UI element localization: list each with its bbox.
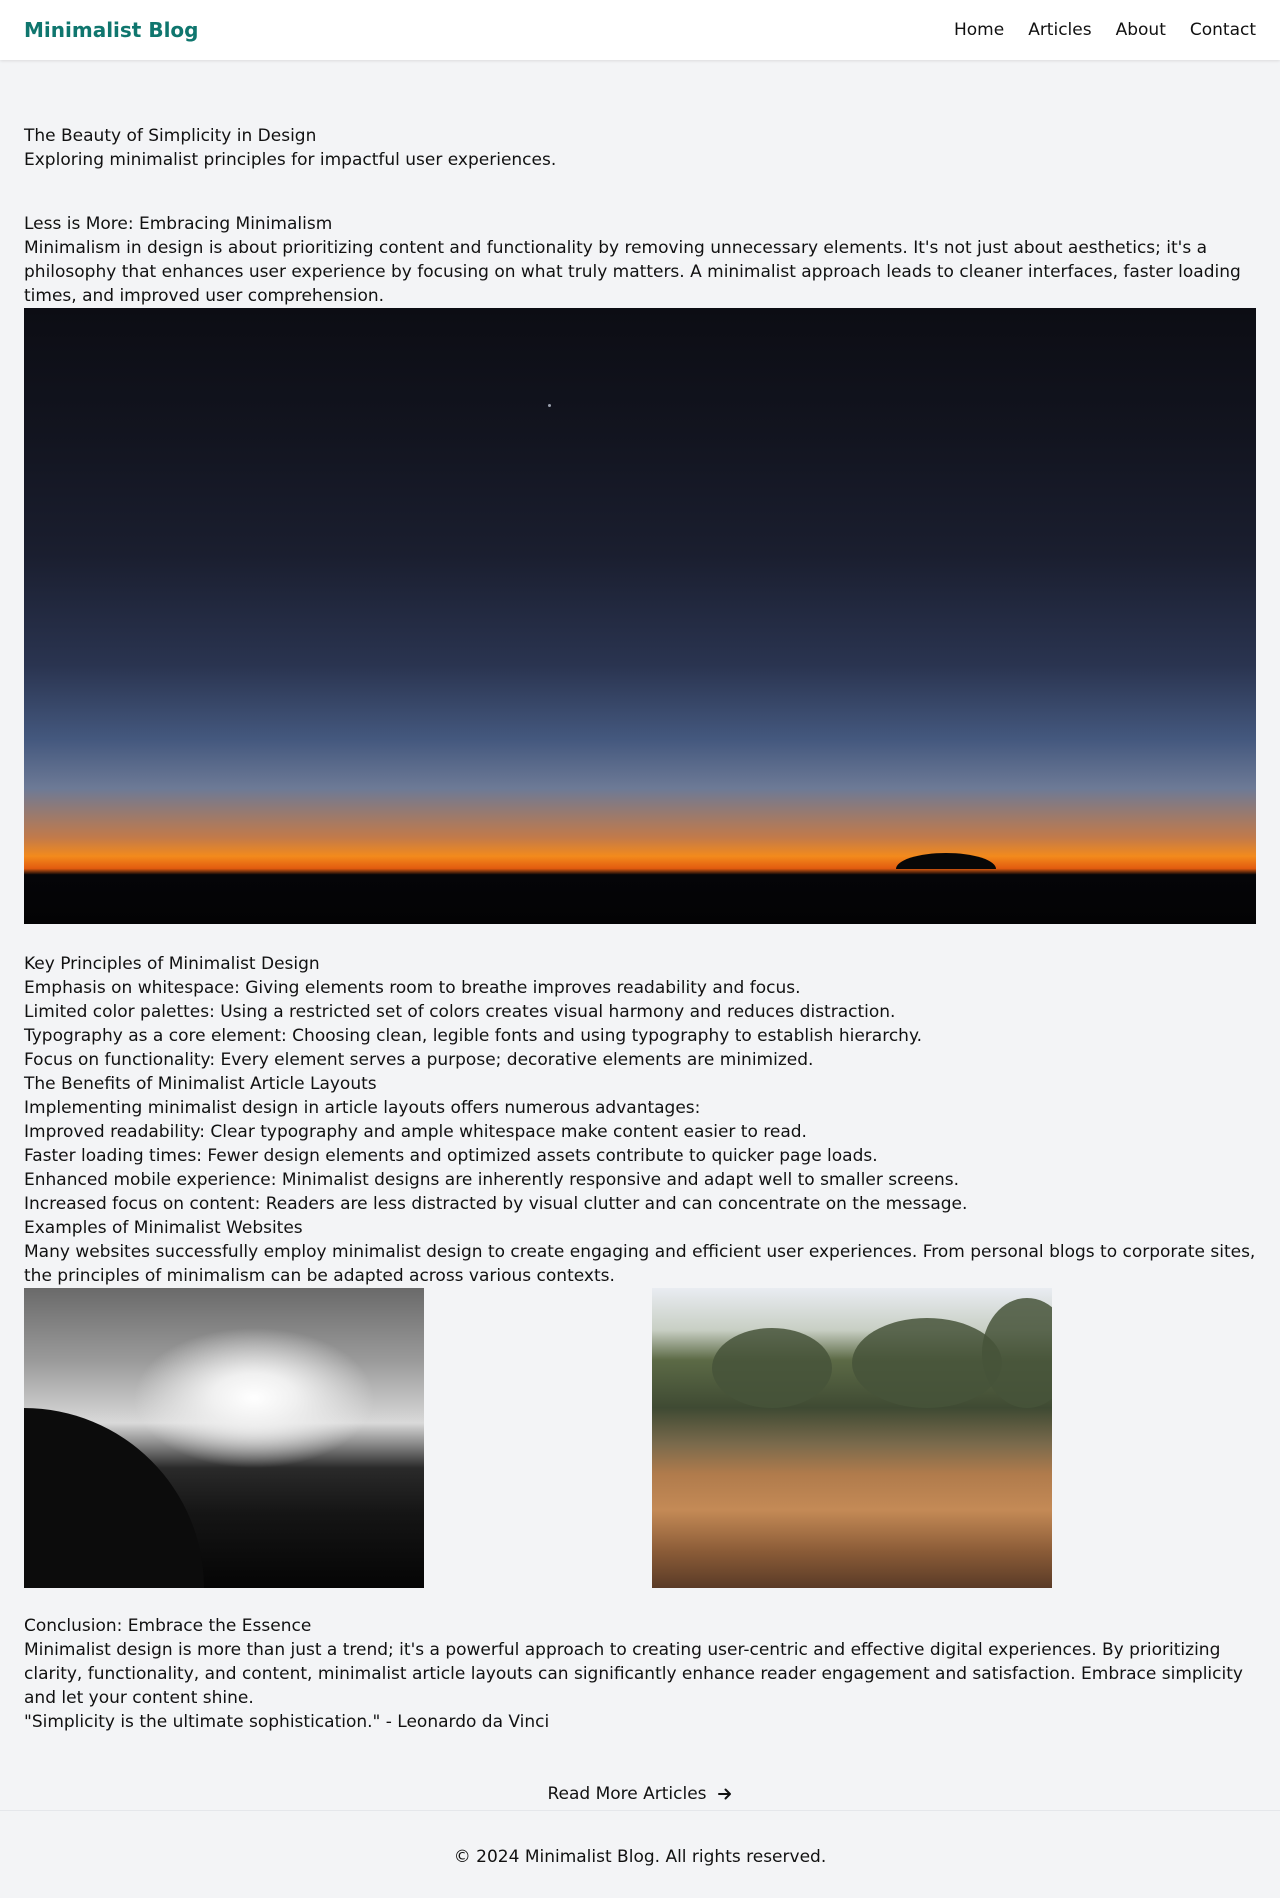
site-footer: © 2024 Minimalist Blog. All rights reser… — [0, 1810, 1280, 1898]
nav-home-link[interactable]: Home — [954, 18, 1004, 42]
tree-blur — [982, 1298, 1052, 1408]
principles-list: Emphasis on whitespace: Giving elements … — [24, 976, 1256, 1072]
section-heading: The Benefits of Minimalist Article Layou… — [24, 1074, 377, 1094]
copyright-text: © 2024 Minimalist Blog. All rights reser… — [453, 1847, 827, 1867]
benefits-list: Improved readability: Clear typography a… — [24, 1120, 1256, 1216]
section-body: Many websites successfully employ minima… — [24, 1242, 1256, 1286]
section-principles: Key Principles of Minimalist Design Emph… — [24, 952, 1256, 1588]
list-item: Increased focus on content: Readers are … — [24, 1194, 968, 1214]
list-item: Limited color palettes: Using a restrict… — [24, 1002, 896, 1022]
quote: "Simplicity is the ultimate sophisticati… — [24, 1712, 550, 1732]
nav-articles-link[interactable]: Articles — [1028, 18, 1091, 42]
bw-field-sunburst-image — [24, 1288, 424, 1588]
section-heading: Key Principles of Minimalist Design — [24, 954, 320, 974]
list-item: Improved readability: Clear typography a… — [24, 1122, 807, 1142]
list-item: Typography as a core element: Choosing c… — [24, 1026, 922, 1046]
tree-blur — [712, 1328, 832, 1408]
nav-contact-link[interactable]: Contact — [1190, 18, 1256, 42]
rock-silhouette — [896, 853, 996, 869]
read-more-button[interactable]: Read More Articles — [547, 1782, 732, 1806]
section-heading: Less is More: Embracing Minimalism — [24, 214, 333, 234]
sunset-landscape-image — [24, 308, 1256, 924]
brand-logo-link[interactable]: Minimalist Blog — [24, 16, 198, 44]
section-conclusion: Conclusion: Embrace the Essence Minimali… — [24, 1614, 1256, 1734]
tree-blur — [852, 1318, 1002, 1408]
main-nav: Home Articles About Contact — [954, 18, 1256, 42]
dry-grass-field-image — [652, 1288, 1052, 1588]
site-header: Minimalist Blog Home Articles About Cont… — [0, 0, 1280, 60]
section-heading: Conclusion: Embrace the Essence — [24, 1616, 312, 1636]
arrow-right-icon — [717, 1788, 731, 1800]
list-item: Emphasis on whitespace: Giving elements … — [24, 978, 801, 998]
list-item: Enhanced mobile experience: Minimalist d… — [24, 1170, 959, 1190]
read-more-label: Read More Articles — [547, 1784, 707, 1804]
section-less-is-more: Less is More: Embracing Minimalism Minim… — [24, 212, 1256, 924]
cta-container: Read More Articles — [24, 1782, 1256, 1806]
section-intro: Implementing minimalist design in articl… — [24, 1098, 701, 1118]
section-body: Minimalist design is more than just a tr… — [24, 1640, 1243, 1708]
star-detail — [548, 404, 551, 407]
examples-gallery — [24, 1288, 1256, 1588]
section-body: Minimalism in design is about prioritizi… — [24, 238, 1241, 306]
section-heading: Examples of Minimalist Websites — [24, 1218, 303, 1238]
hero: The Beauty of Simplicity in Design Explo… — [24, 124, 1256, 172]
list-item: Focus on functionality: Every element se… — [24, 1050, 814, 1070]
article-title: The Beauty of Simplicity in Design — [24, 126, 317, 146]
list-item: Faster loading times: Fewer design eleme… — [24, 1146, 878, 1166]
article: The Beauty of Simplicity in Design Explo… — [24, 124, 1256, 1806]
hill-silhouette — [24, 1408, 204, 1588]
article-subtitle: Exploring minimalist principles for impa… — [24, 150, 557, 170]
nav-about-link[interactable]: About — [1116, 18, 1166, 42]
